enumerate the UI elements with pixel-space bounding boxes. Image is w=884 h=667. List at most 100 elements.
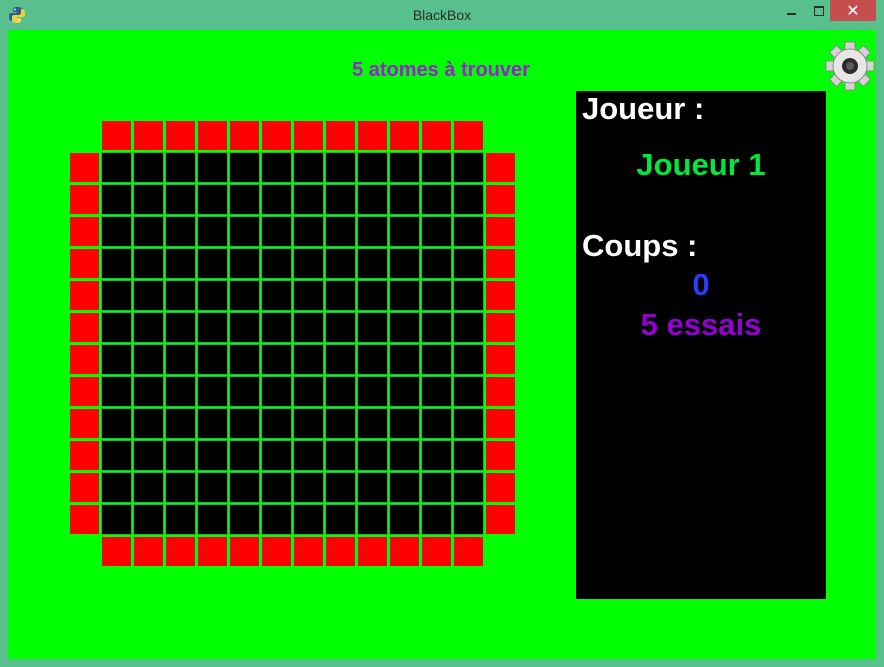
entry-cell-bottom[interactable] bbox=[133, 536, 164, 567]
grid-cell bbox=[453, 344, 484, 375]
grid-cell bbox=[421, 344, 452, 375]
entry-cell-left[interactable] bbox=[69, 152, 100, 183]
maximize-icon bbox=[814, 6, 824, 16]
entry-cell-bottom[interactable] bbox=[165, 536, 196, 567]
entry-cell-top[interactable] bbox=[133, 120, 164, 151]
grid-cell bbox=[325, 280, 356, 311]
entry-cell-left[interactable] bbox=[69, 216, 100, 247]
entry-cell-bottom[interactable] bbox=[101, 536, 132, 567]
entry-cell-top[interactable] bbox=[325, 120, 356, 151]
grid-cell bbox=[197, 184, 228, 215]
entry-cell-left[interactable] bbox=[69, 248, 100, 279]
grid-cell bbox=[133, 504, 164, 535]
grid-cell bbox=[389, 216, 420, 247]
gear-icon[interactable] bbox=[824, 40, 876, 92]
entry-cell-top[interactable] bbox=[229, 120, 260, 151]
grid-cell bbox=[293, 248, 324, 279]
grid-cell bbox=[357, 504, 388, 535]
entry-cell-left[interactable] bbox=[69, 376, 100, 407]
grid-cell bbox=[261, 184, 292, 215]
entry-cell-right[interactable] bbox=[485, 408, 516, 439]
grid-cell bbox=[293, 344, 324, 375]
close-icon: ✕ bbox=[846, 2, 860, 20]
grid-cell bbox=[197, 248, 228, 279]
minimize-button[interactable] bbox=[776, 0, 806, 22]
entry-cell-left[interactable] bbox=[69, 184, 100, 215]
grid-cell bbox=[133, 376, 164, 407]
grid-cell bbox=[165, 408, 196, 439]
entry-cell-bottom[interactable] bbox=[261, 536, 292, 567]
grid-cell bbox=[453, 504, 484, 535]
grid-cell bbox=[101, 504, 132, 535]
entry-cell-left[interactable] bbox=[69, 440, 100, 471]
entry-cell-top[interactable] bbox=[293, 120, 324, 151]
entry-cell-bottom[interactable] bbox=[229, 536, 260, 567]
entry-cell-right[interactable] bbox=[485, 152, 516, 183]
grid-cell bbox=[357, 216, 388, 247]
entry-cell-bottom[interactable] bbox=[357, 536, 388, 567]
entry-cell-top[interactable] bbox=[453, 120, 484, 151]
grid-cell bbox=[421, 408, 452, 439]
entry-cell-left[interactable] bbox=[69, 312, 100, 343]
entry-cell-top[interactable] bbox=[357, 120, 388, 151]
info-panel: Joueur : Joueur 1 Coups : 0 5 essais bbox=[576, 91, 826, 599]
entry-cell-top[interactable] bbox=[389, 120, 420, 151]
grid-cell bbox=[293, 472, 324, 503]
close-button[interactable]: ✕ bbox=[830, 0, 876, 21]
grid-cell bbox=[357, 440, 388, 471]
grid-cell bbox=[229, 280, 260, 311]
grid-cell bbox=[357, 280, 388, 311]
grid-cell bbox=[229, 216, 260, 247]
grid-cell bbox=[229, 472, 260, 503]
grid-cell bbox=[389, 152, 420, 183]
entry-cell-right[interactable] bbox=[485, 216, 516, 247]
entry-cell-right[interactable] bbox=[485, 344, 516, 375]
entry-cell-right[interactable] bbox=[485, 184, 516, 215]
grid-cell bbox=[229, 248, 260, 279]
entry-cell-right[interactable] bbox=[485, 248, 516, 279]
entry-cell-top[interactable] bbox=[165, 120, 196, 151]
entry-cell-bottom[interactable] bbox=[389, 536, 420, 567]
entry-cell-bottom[interactable] bbox=[325, 536, 356, 567]
grid-cell bbox=[357, 312, 388, 343]
entry-cell-bottom[interactable] bbox=[453, 536, 484, 567]
grid-cell bbox=[421, 280, 452, 311]
entry-cell-left[interactable] bbox=[69, 504, 100, 535]
title-bar: BlackBox ✕ bbox=[0, 0, 884, 30]
entry-cell-right[interactable] bbox=[485, 440, 516, 471]
entry-cell-left[interactable] bbox=[69, 408, 100, 439]
grid-cell bbox=[101, 376, 132, 407]
entry-cell-right[interactable] bbox=[485, 280, 516, 311]
grid-cell bbox=[325, 152, 356, 183]
grid-cell bbox=[101, 472, 132, 503]
grid-cell bbox=[101, 248, 132, 279]
entry-cell-bottom[interactable] bbox=[293, 536, 324, 567]
grid-cell bbox=[325, 408, 356, 439]
entry-cell-top[interactable] bbox=[421, 120, 452, 151]
entry-cell-right[interactable] bbox=[485, 312, 516, 343]
grid-cell bbox=[197, 152, 228, 183]
entry-cell-right[interactable] bbox=[485, 472, 516, 503]
grid-cell bbox=[133, 344, 164, 375]
grid-cell bbox=[165, 472, 196, 503]
grid-cell bbox=[261, 312, 292, 343]
entry-cell-top[interactable] bbox=[101, 120, 132, 151]
entry-cell-left[interactable] bbox=[69, 344, 100, 375]
entry-cell-top[interactable] bbox=[261, 120, 292, 151]
grid-cell bbox=[453, 248, 484, 279]
grid-cell bbox=[453, 280, 484, 311]
entry-cell-bottom[interactable] bbox=[197, 536, 228, 567]
entry-cell-right[interactable] bbox=[485, 376, 516, 407]
grid-cell bbox=[229, 152, 260, 183]
entry-cell-top[interactable] bbox=[197, 120, 228, 151]
entry-cell-bottom[interactable] bbox=[421, 536, 452, 567]
atoms-remaining-label: 5 atomes à trouver bbox=[352, 59, 530, 81]
entry-cell-left[interactable] bbox=[69, 280, 100, 311]
grid-cell bbox=[453, 440, 484, 471]
entry-cell-right[interactable] bbox=[485, 504, 516, 535]
entry-cell-left[interactable] bbox=[69, 472, 100, 503]
grid-cell bbox=[197, 312, 228, 343]
game-board bbox=[69, 120, 518, 569]
grid-cell bbox=[421, 440, 452, 471]
window-title: BlackBox bbox=[412, 7, 472, 23]
